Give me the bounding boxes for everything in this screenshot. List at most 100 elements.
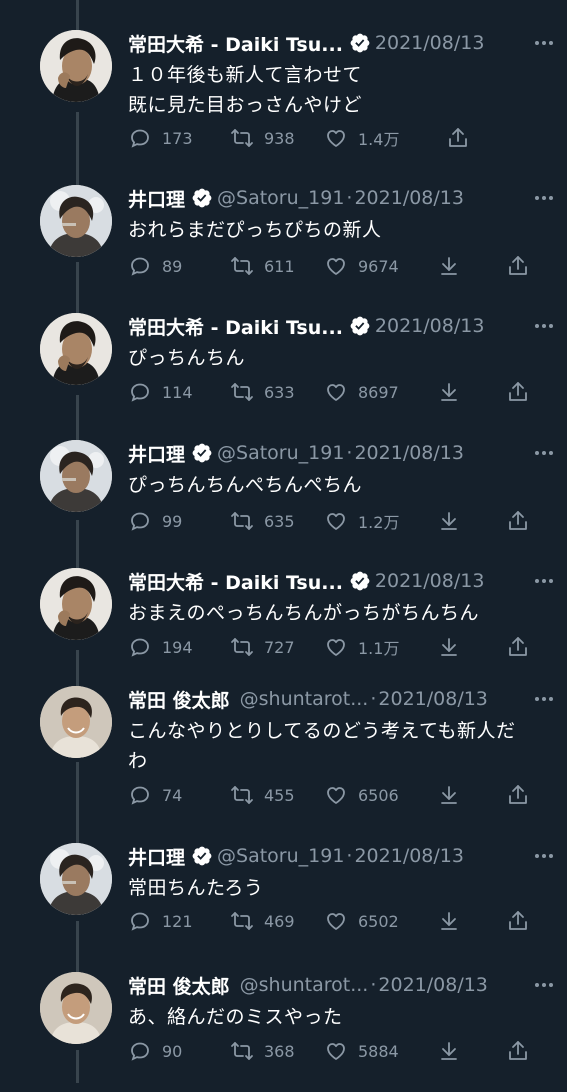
tweet[interactable]: 常田大希 - Daiki Tsu... 2021/08/13 おまえのぺっちんちんが… [0,568,567,688]
tweet[interactable]: 井口理 @Satoru_191 · 2021/08/13 ぴっちんちんぺちんぺちん 99 6… [0,440,567,560]
retweet-button[interactable]: 368 [230,1036,295,1066]
more-options-icon[interactable] [529,30,559,56]
user-handle[interactable]: @shuntarot... [240,688,369,710]
display-name[interactable]: 常田大希 - Daiki Tsu... [128,568,343,595]
share-button[interactable] [506,251,530,281]
tweet[interactable]: 井口理 @Satoru_191 · 2021/08/13 おれらまだぴっちぴちの新人 89… [0,185,567,305]
tweet-date[interactable]: 2021/08/13 [354,845,464,867]
reply-count: 90 [162,1041,183,1061]
tweet-date[interactable]: 2021/08/13 [375,32,485,54]
more-options-icon[interactable] [529,313,559,339]
retweet-button[interactable]: 633 [230,377,295,407]
tweet[interactable]: 常田 俊太郎 @shuntarot... · 2021/08/13 こんなやりとりしてる… [0,686,567,806]
user-handle[interactable]: @Satoru_191 [217,187,344,209]
like-button[interactable]: 5884 [324,1036,399,1066]
like-count: 8697 [358,382,399,402]
avatar[interactable] [40,185,112,257]
like-button[interactable]: 9674 [324,251,399,281]
like-button[interactable]: 1.2万 [324,506,399,536]
more-options-icon[interactable] [529,440,559,466]
share-button[interactable] [506,780,530,810]
reply-button[interactable]: 90 [128,1036,182,1066]
like-button[interactable]: 1.4万 [324,123,399,153]
like-button[interactable]: 1.1万 [324,632,399,662]
download-button[interactable] [437,251,461,281]
retweet-button[interactable]: 727 [230,632,295,662]
like-button[interactable]: 6502 [324,906,399,936]
share-button[interactable] [506,506,530,536]
avatar[interactable] [40,30,112,102]
tweet-date[interactable]: 2021/08/13 [375,315,485,337]
tweet[interactable]: 常田 俊太郎 @shuntarot... · 2021/08/13 あ、絡んだのミスやっ… [0,972,567,1092]
like-count: 6506 [358,785,399,805]
verified-badge-icon [191,187,213,209]
tweet-text-line: １０年後も新人て言わせて [128,64,363,86]
display-name[interactable]: 井口理 [128,843,185,870]
tweet[interactable]: 井口理 @Satoru_191 · 2021/08/13 常田ちんたろう 121 469 65… [0,843,567,963]
display-name[interactable]: 常田 俊太郎 [128,686,230,713]
retweet-icon [230,909,254,933]
reply-button[interactable]: 194 [128,632,193,662]
retweet-icon [230,783,254,807]
share-button[interactable] [506,632,530,662]
tweet-actions: 74 455 6506 [128,780,547,810]
reply-button[interactable]: 121 [128,906,193,936]
display-name[interactable]: 常田大希 - Daiki Tsu... [128,30,343,57]
reply-button[interactable]: 89 [128,251,182,281]
tweet-date[interactable]: 2021/08/13 [354,442,464,464]
reply-button[interactable]: 173 [128,123,193,153]
download-button[interactable] [437,377,461,407]
tweet-date[interactable]: 2021/08/13 [375,570,485,592]
display-name[interactable]: 井口理 [128,440,185,467]
retweet-button[interactable]: 635 [230,506,295,536]
share-button[interactable] [506,1036,530,1066]
share-icon [506,909,530,933]
more-options-icon[interactable] [529,686,559,712]
avatar[interactable] [40,843,112,915]
avatar[interactable] [40,568,112,640]
like-button[interactable]: 6506 [324,780,399,810]
display-name[interactable]: 常田大希 - Daiki Tsu... [128,313,343,340]
avatar[interactable] [40,440,112,512]
user-handle[interactable]: @Satoru_191 [217,442,344,464]
retweet-button[interactable]: 469 [230,906,295,936]
tweet-date[interactable]: 2021/08/13 [378,688,488,710]
display-name[interactable]: 井口理 [128,185,185,212]
download-button[interactable] [437,1036,461,1066]
user-handle[interactable]: @Satoru_191 [217,845,344,867]
display-name[interactable]: 常田 俊太郎 [128,972,230,999]
reply-count: 99 [162,511,183,531]
share-button[interactable] [506,377,530,407]
more-options-icon[interactable] [529,568,559,594]
download-button[interactable] [437,506,461,536]
more-options-icon[interactable] [529,972,559,998]
tweet-header: 常田 俊太郎 @shuntarot... · 2021/08/13 [128,686,547,712]
reply-icon [128,635,152,659]
tweet[interactable]: 常田大希 - Daiki Tsu... 2021/08/13 １０年後も新人て言わせ… [0,30,567,150]
user-handle[interactable]: @shuntarot... [240,974,369,996]
avatar[interactable] [40,972,112,1044]
download-button[interactable] [437,906,461,936]
tweet-date[interactable]: 2021/08/13 [354,187,464,209]
download-button[interactable] [437,632,461,662]
retweet-button[interactable]: 611 [230,251,295,281]
download-button[interactable] [437,780,461,810]
retweet-button[interactable]: 455 [230,780,295,810]
avatar[interactable] [40,313,112,385]
reply-icon [128,783,152,807]
retweet-count: 633 [264,382,295,402]
like-button[interactable]: 8697 [324,377,399,407]
retweet-button[interactable]: 938 [230,123,295,153]
avatar[interactable] [40,686,112,758]
reply-button[interactable]: 99 [128,506,182,536]
share-icon [506,783,530,807]
tweet-date[interactable]: 2021/08/13 [378,974,488,996]
tweet-text: あ、絡んだのミスやった [128,1002,553,1032]
reply-button[interactable]: 74 [128,780,182,810]
reply-button[interactable]: 114 [128,377,193,407]
share-button[interactable] [506,906,530,936]
more-options-icon[interactable] [529,185,559,211]
share-button[interactable] [446,123,470,153]
tweet[interactable]: 常田大希 - Daiki Tsu... 2021/08/13 ぴっちんちん 114 63… [0,313,567,433]
more-options-icon[interactable] [529,843,559,869]
